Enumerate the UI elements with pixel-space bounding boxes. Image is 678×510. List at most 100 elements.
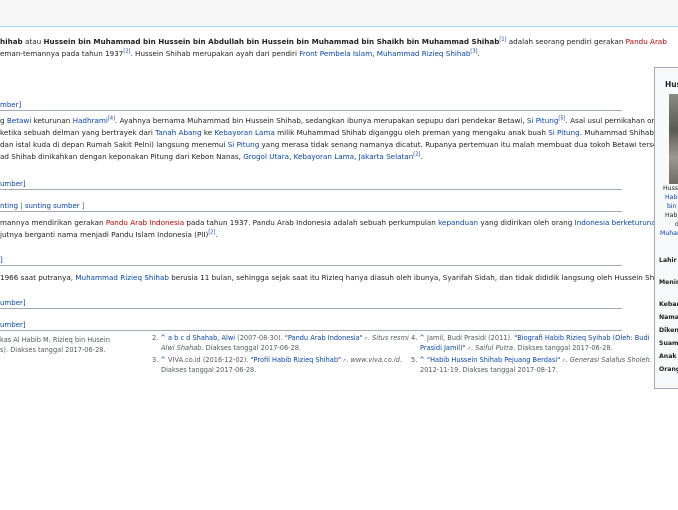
- section-line: jutnya berganti nama menjadi Pandu Islam…: [0, 229, 218, 240]
- ref-title-link[interactable]: Prasidi Jamil)": [420, 344, 471, 352]
- ref-number: 4.: [411, 334, 418, 342]
- section-line: ad Shihab dinikahkan dengan keponakan Pi…: [0, 151, 423, 162]
- intro-text: . Hussein Shihab merupakan ayah dari pen…: [130, 49, 300, 58]
- link-jakarta-selatan[interactable]: Jakarta Selatan: [359, 152, 414, 161]
- infobox-caption: Habib: [665, 212, 678, 219]
- ref-work: Alwi Shahab: [161, 344, 202, 352]
- infobox: Hus Huss Habib bin A Habib d Muham Lahir…: [654, 67, 678, 389]
- infobox-label-anak: Anak: [659, 353, 677, 360]
- ref-number: 3.: [152, 356, 159, 364]
- edit-source-link[interactable]: umber]: [0, 180, 26, 188]
- link-pandu-arab-indonesia[interactable]: Pandu Arab Indonesia: [106, 218, 184, 227]
- infobox-caption-link[interactable]: bin A: [667, 203, 678, 211]
- edit-link[interactable]: nting: [0, 202, 18, 210]
- link-kebayoran-lama[interactable]: Kebayoran Lama: [214, 128, 274, 137]
- infobox-caption-link[interactable]: Habib: [665, 194, 678, 202]
- link-grogol-utara[interactable]: Grogol Utara: [243, 152, 289, 161]
- link-si-pitung[interactable]: Si Pitung: [548, 128, 580, 137]
- link-si-pitung[interactable]: Si Pitung: [228, 140, 260, 149]
- edit-source-link[interactable]: umber]: [0, 299, 26, 307]
- ref-work: Generasi Salafus Sholeh: [569, 356, 650, 364]
- link-muhammad-rizieq-shihab[interactable]: Muhammad Rizieq Shihab: [75, 273, 169, 282]
- reference-1: s). Diakses tanggal 2017-06-28.: [0, 345, 106, 355]
- ref-text: Diakses tanggal 2017-06-28.: [161, 366, 257, 374]
- ref-text: 2012-11-19. Diakses tanggal 2017-08-17.: [420, 366, 558, 374]
- infobox-label-orangtua: Orang: [659, 366, 678, 373]
- intro-line-2: eman-temannya pada tahun 1937[2]. Hussei…: [0, 48, 480, 59]
- text: berusia 11 bulan, sehingga sejak saat it…: [168, 273, 673, 282]
- intro-fullname: Hussein bin Muhammad bin Hussein bin Abd…: [43, 37, 500, 46]
- text: g: [0, 116, 7, 125]
- infobox-caption-link[interactable]: Muham: [660, 230, 678, 238]
- ref-work: www.viva.co.id: [350, 356, 400, 364]
- reference-2: Alwi Shahab. Diakses tanggal 2017-06-28.: [161, 343, 301, 353]
- page: hihab atau Hussein bin Muhammad bin Huss…: [0, 0, 678, 510]
- infobox-label-meninggal: Menin: [659, 279, 678, 286]
- ref-author-link[interactable]: Shahab, Alwi: [192, 334, 235, 342]
- section-line: ketika sebuah delman yang bertrayek dari…: [0, 127, 677, 138]
- reference-4: 4. ^ Jamil, Budi Prasidi (2011). "Biogra…: [411, 333, 649, 343]
- text: ke: [201, 128, 215, 137]
- link-muhammad-rizieq-shihab[interactable]: Muhammad Rizieq Shihab: [377, 49, 471, 58]
- link-kebayoran-lama[interactable]: Kebayoran Lama: [294, 152, 354, 161]
- link-kepanduan[interactable]: kepanduan: [438, 218, 478, 227]
- ref-title-link[interactable]: "Biografi Habib Rizieq Syihab (Oleh: Bud…: [514, 334, 649, 342]
- ref-text: . Diakses tanggal 2017-06-28.: [201, 344, 302, 352]
- infobox-title: Hus: [665, 80, 678, 89]
- section-heading: nting | sunting sumber ]: [0, 199, 622, 212]
- reference-1: kas Al Habib M. Rizieq bin Husein: [0, 335, 110, 345]
- text: ad Shihab dinikahkan dengan keponakan Pi…: [0, 152, 244, 161]
- section-heading: umber]: [0, 318, 622, 331]
- ref-work: Saiful Putra: [475, 344, 514, 352]
- portrait-image[interactable]: [669, 94, 678, 184]
- ref-title-link[interactable]: "Habib Hussein Shihab Pejuang Berdasi": [425, 356, 566, 364]
- bracket: ]: [79, 202, 85, 210]
- text: ketika sebuah delman yang bertrayek dari: [0, 128, 156, 137]
- cite-link[interactable]: [4]: [108, 116, 115, 122]
- intro-bold-start: hihab: [0, 37, 23, 46]
- section-line: 1966 saat putranya, Muhammad Rizieq Shih…: [0, 272, 672, 283]
- edit-source-link[interactable]: ]: [0, 256, 3, 264]
- cite-link[interactable]: [5]: [558, 116, 565, 122]
- ref-text: VIVA.co.id (2016-12-02).: [165, 356, 251, 364]
- link-hadhrami[interactable]: Hadhrami: [73, 116, 108, 125]
- link-front-pembela-islam[interactable]: Front Pembela Islam: [299, 49, 372, 58]
- edit-source-link[interactable]: umber]: [0, 321, 26, 329]
- link-pandu-arab[interactable]: Pandu Arab: [626, 37, 667, 46]
- link-si-pitung[interactable]: Si Pitung: [527, 116, 559, 125]
- section-heading: mber]: [0, 98, 622, 111]
- text: . Ayahnya bernama Muhammad bin Hussein S…: [115, 116, 527, 125]
- ref-text: . Diakses tanggal 2017-06-28.: [513, 344, 613, 352]
- backlink[interactable]: ^ a b c d: [160, 334, 190, 342]
- link-tanah-abang[interactable]: Tanah Abang: [155, 128, 201, 137]
- ref-number: 5.: [411, 356, 418, 364]
- text: . Asal usul pernikahan orang: [565, 116, 669, 125]
- ref-text: (2007-08-30).: [235, 334, 285, 342]
- ref-number: 2.: [152, 334, 159, 342]
- cite-link[interactable]: [3]: [470, 49, 477, 55]
- infobox-label-dikenal: Diken: [659, 327, 678, 334]
- link-betawi[interactable]: Betawi: [7, 116, 31, 125]
- infobox-label-nama: Nama: [659, 314, 678, 321]
- ref-work: Situs resmi: [372, 334, 409, 342]
- ref-text: .: [399, 356, 402, 364]
- section-line: mannya mendirikan gerakan Pandu Arab Ind…: [0, 217, 678, 228]
- intro-text: adalah seorang pendiri gerakan: [506, 37, 626, 46]
- ref-title-link[interactable]: "Pandu Arab Indonesia": [285, 334, 368, 342]
- ref-title-link[interactable]: "Profil Habib Rizieq Shihab": [250, 356, 346, 364]
- article-content: hihab atau Hussein bin Muhammad bin Huss…: [0, 26, 678, 510]
- ref-text: Jamil, Budi Prasidi (2011).: [424, 334, 515, 342]
- edit-source-link[interactable]: sunting sumber: [25, 202, 80, 210]
- infobox-label-lahir: Lahir: [659, 257, 677, 264]
- section-heading: ]: [0, 253, 622, 266]
- infobox-caption: Huss: [663, 185, 678, 192]
- separator: |: [18, 202, 25, 210]
- reference-3: Diakses tanggal 2017-06-28.: [161, 365, 256, 375]
- text: 1966 saat putranya,: [0, 273, 76, 282]
- ref-text: kas Al Habib M. Rizieq bin Husein: [0, 336, 110, 344]
- edit-source-link[interactable]: mber]: [0, 101, 21, 109]
- reference-4: Prasidi Jamil)". Saiful Putra. Diakses t…: [420, 343, 613, 354]
- text: dan istal kuda di depan Rumah Sakit Peln…: [0, 140, 228, 149]
- section-line: g Betawi keturunan Hadhrami[4]. Ayahnya …: [0, 115, 668, 126]
- text: .: [215, 230, 218, 239]
